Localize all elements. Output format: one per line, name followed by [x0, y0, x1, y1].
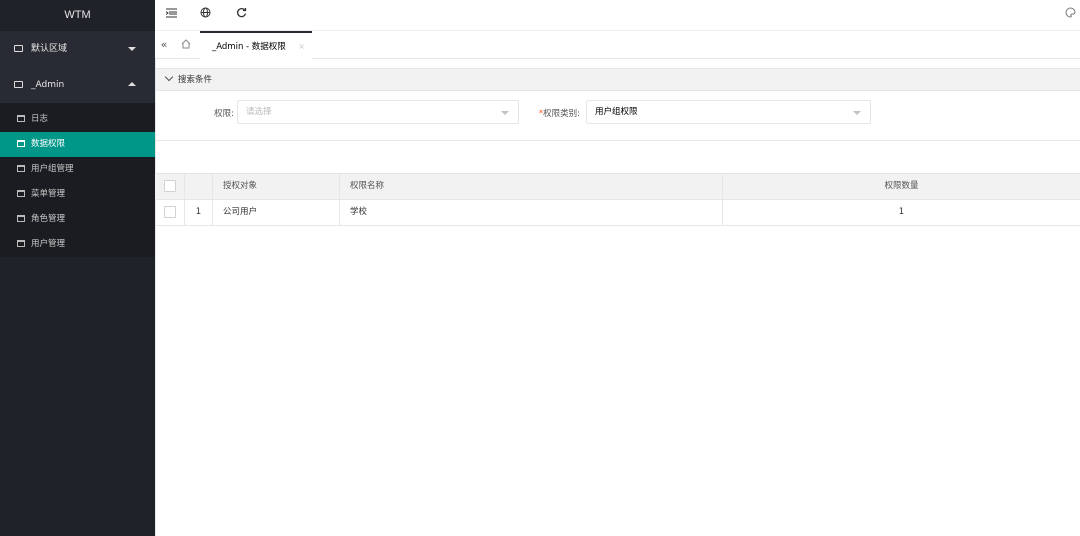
permission-type-select-value: 用户组权限 — [595, 107, 638, 117]
sidebar-item-user[interactable]: 用户管理 — [0, 232, 155, 257]
row-checkbox[interactable] — [164, 206, 176, 218]
chevron-down-icon — [164, 72, 174, 82]
column-header[interactable]: 授权对象 — [213, 174, 340, 199]
chevron-down-icon — [853, 111, 861, 115]
menu-fold-icon[interactable] — [163, 7, 179, 23]
theme-icon[interactable] — [1062, 7, 1078, 23]
caret-up-icon — [128, 82, 136, 86]
folder-icon — [17, 240, 25, 247]
row-select-cell — [155, 200, 185, 225]
permission-type-label: *权限类别: — [524, 107, 580, 119]
sidebar-item-user-group[interactable]: 用户组管理 — [0, 157, 155, 182]
folder-icon — [17, 140, 25, 147]
tabs-scroll-left-icon[interactable]: « — [155, 31, 173, 59]
sidebar-item-role[interactable]: 角色管理 — [0, 207, 155, 232]
folder-icon — [17, 215, 25, 222]
close-icon[interactable]: × — [298, 33, 305, 61]
sidebar-group-default-area[interactable]: 默认区域 — [0, 31, 155, 67]
top-bar — [155, 0, 1080, 31]
globe-icon[interactable] — [197, 7, 213, 23]
permission-select[interactable]: 请选择 — [237, 100, 519, 124]
sidebar-submenu: 日志 数据权限 用户组管理 菜单管理 角色管理 用户管理 — [0, 103, 155, 257]
app-logo: WTM — [0, 0, 155, 31]
index-header — [185, 174, 213, 199]
data-table: 授权对象 权限名称 权限数量 1 公司用户 学校 1 — [155, 173, 1080, 226]
select-all-checkbox[interactable] — [164, 180, 176, 192]
tab-label: _Admin - 数据权限 — [212, 42, 286, 52]
sidebar-item-menu[interactable]: 菜单管理 — [0, 182, 155, 207]
search-panel: 搜索条件 权限: 请选择 *权限类别: 用户组权限 — [155, 68, 1080, 141]
caret-down-icon — [128, 47, 136, 51]
table-cell: 公司用户 — [213, 200, 340, 225]
sidebar-item-label: 角色管理 — [31, 214, 66, 224]
table-row[interactable]: 1 公司用户 学校 1 — [155, 200, 1080, 226]
permission-type-label-text: 权限类别: — [543, 109, 580, 119]
sidebar-item-label: 日志 — [31, 114, 49, 124]
sidebar-item-label: 数据权限 — [31, 139, 66, 149]
permission-type-select[interactable]: 用户组权限 — [586, 100, 871, 124]
table-header-row: 授权对象 权限名称 权限数量 — [155, 174, 1080, 200]
home-icon[interactable] — [177, 31, 195, 59]
sidebar-item-label: 菜单管理 — [31, 189, 66, 199]
row-index: 1 — [185, 200, 213, 225]
folder-icon — [14, 81, 23, 88]
sidebar-group-label: 默认区域 — [31, 44, 68, 54]
permission-label: 权限: — [214, 109, 234, 119]
search-panel-title: 搜索条件 — [178, 75, 213, 85]
select-all-cell — [155, 174, 185, 199]
sidebar-group-admin[interactable]: _Admin — [0, 67, 155, 103]
folder-icon — [17, 115, 25, 122]
folder-icon — [14, 45, 23, 52]
sidebar: WTM 默认区域 _Admin 日志 数据权限 用户组管理 菜单管理 角色管理 — [0, 0, 155, 536]
tabs-bar: « _Admin - 数据权限 × — [155, 31, 1080, 59]
refresh-icon[interactable] — [233, 7, 249, 23]
permission-select-placeholder: 请选择 — [246, 107, 272, 117]
chevron-down-icon — [501, 111, 509, 115]
folder-icon — [17, 165, 25, 172]
folder-icon — [17, 190, 25, 197]
sidebar-item-log[interactable]: 日志 — [0, 107, 155, 132]
column-header[interactable]: 权限数量 — [723, 174, 1080, 199]
sidebar-item-data-permission[interactable]: 数据权限 — [0, 132, 155, 157]
column-header[interactable]: 权限名称 — [340, 174, 723, 199]
sidebar-item-label: 用户管理 — [31, 239, 66, 249]
sidebar-group-label: _Admin — [31, 80, 65, 90]
search-panel-header[interactable]: 搜索条件 — [156, 69, 1080, 91]
sidebar-item-label: 用户组管理 — [31, 164, 74, 174]
tab-admin-data-permission[interactable]: _Admin - 数据权限 × — [200, 31, 312, 59]
app-root: WTM 默认区域 _Admin 日志 数据权限 用户组管理 菜单管理 角色管理 — [0, 0, 1080, 536]
table-cell: 1 — [898, 207, 905, 217]
table-cell: 学校 — [340, 200, 723, 225]
